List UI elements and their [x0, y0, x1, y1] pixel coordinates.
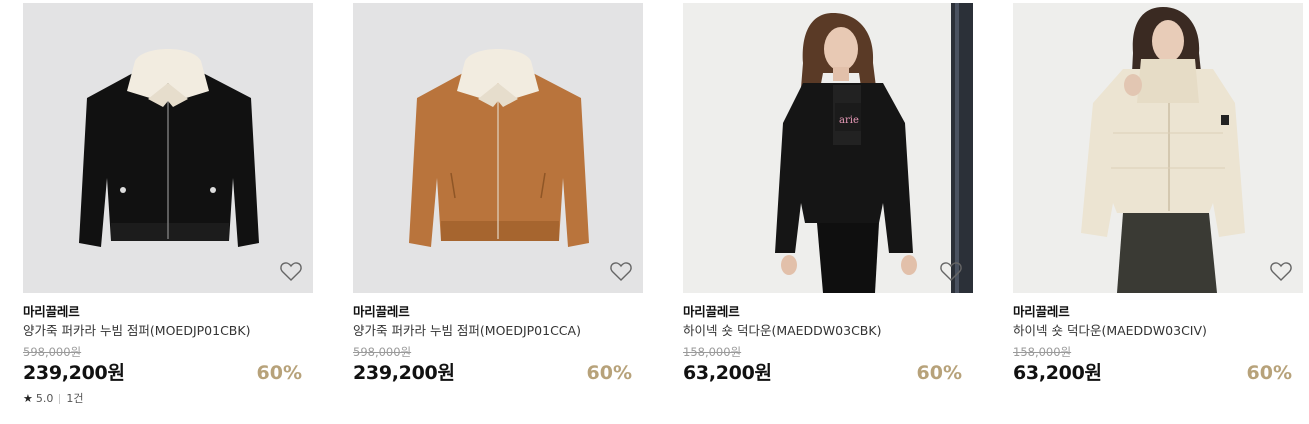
product-card[interactable]: 마리끌레르 양가죽 퍼카라 누빔 점퍼(MOEDJP01CCA) 598,000…: [353, 3, 643, 385]
price-row: 239,200원 60%: [353, 361, 643, 385]
original-price: 598,000원: [353, 345, 412, 359]
product-image[interactable]: [23, 3, 313, 293]
rating-value: 5.0: [35, 392, 54, 405]
price-row: 63,200원 60%: [683, 361, 973, 385]
heart-outline-icon[interactable]: [939, 260, 963, 282]
product-grid: 마리끌레르 양가죽 퍼카라 누빔 점퍼(MOEDJP01CBK) 598,000…: [0, 0, 1309, 424]
black-leather-jacket-image: [23, 3, 313, 293]
sale-price: 239,200원: [353, 362, 455, 384]
product-name[interactable]: 하이넥 숏 덕다운(MAEDDW03CBK): [683, 322, 973, 340]
product-card[interactable]: 마리끌레르 양가죽 퍼카라 누빔 점퍼(MOEDJP01CBK) 598,000…: [23, 3, 313, 406]
original-price: 158,000원: [683, 345, 742, 359]
product-name[interactable]: 양가죽 퍼카라 누빔 점퍼(MOEDJP01CBK): [23, 322, 313, 340]
original-price: 598,000원: [23, 345, 82, 359]
rating-summary: ★ 5.0 1건: [23, 392, 313, 406]
product-brand[interactable]: 마리끌레르: [23, 303, 313, 320]
svg-text:arie: arie: [839, 115, 859, 126]
sale-price: 63,200원: [1013, 362, 1102, 384]
original-price: 158,000원: [1013, 345, 1072, 359]
model-ivory-down-jacket-image: [1013, 3, 1303, 293]
heart-outline-icon[interactable]: [609, 260, 633, 282]
product-image[interactable]: [1013, 3, 1303, 293]
camel-leather-jacket-image: [353, 3, 643, 293]
sale-price: 239,200원: [23, 362, 125, 384]
heart-outline-icon[interactable]: [279, 260, 303, 282]
star-icon: ★: [23, 392, 33, 405]
heart-outline-icon[interactable]: [1269, 260, 1293, 282]
product-card[interactable]: 마리끌레르 하이넥 숏 덕다운(MAEDDW03CIV) 158,000원 63…: [1013, 3, 1303, 385]
discount-rate: 60%: [916, 362, 962, 384]
product-name[interactable]: 양가죽 퍼카라 누빔 점퍼(MOEDJP01CCA): [353, 322, 643, 340]
product-card[interactable]: arie 마리끌레르 하이넥 숏 덕다운(MAEDDW03CBK) 158,00…: [683, 3, 973, 385]
review-count: 1건: [66, 392, 84, 405]
product-image[interactable]: arie: [683, 3, 973, 293]
divider: [59, 394, 61, 404]
discount-rate: 60%: [586, 362, 632, 384]
product-brand[interactable]: 마리끌레르: [1013, 303, 1303, 320]
sale-price: 63,200원: [683, 362, 772, 384]
price-row: 239,200원 60%: [23, 361, 313, 385]
discount-rate: 60%: [256, 362, 302, 384]
product-brand[interactable]: 마리끌레르: [683, 303, 973, 320]
price-row: 63,200원 60%: [1013, 361, 1303, 385]
product-brand[interactable]: 마리끌레르: [353, 303, 643, 320]
product-name[interactable]: 하이넥 숏 덕다운(MAEDDW03CIV): [1013, 322, 1303, 340]
product-image[interactable]: [353, 3, 643, 293]
discount-rate: 60%: [1246, 362, 1292, 384]
model-black-down-jacket-image: arie: [683, 3, 973, 293]
